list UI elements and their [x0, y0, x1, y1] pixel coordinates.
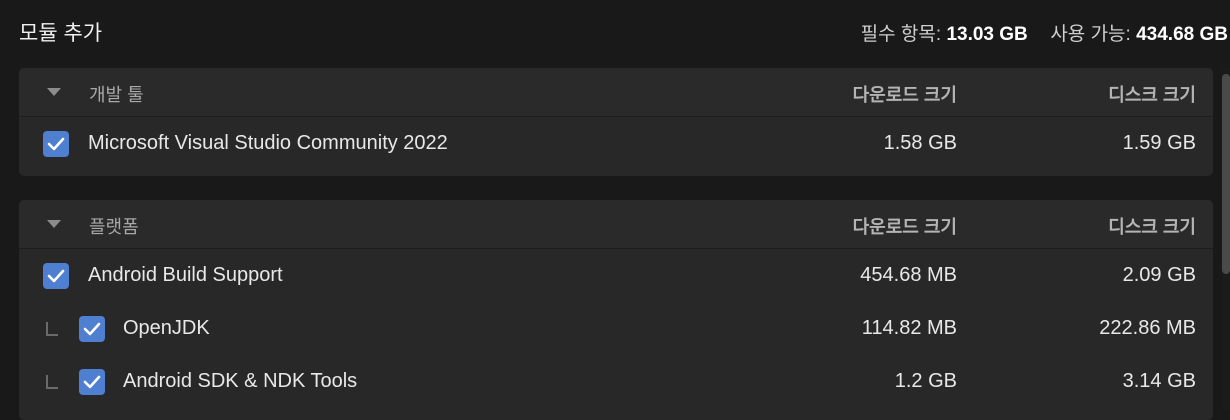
available-value: 434.68 GB	[1136, 24, 1228, 45]
section-platforms: 플랫폼 다운로드 크기 디스크 크기 Android Build Support…	[19, 200, 1213, 420]
disk-size-value: 222.86 MB	[1099, 317, 1196, 339]
module-label: OpenJDK	[123, 317, 210, 339]
module-label: Microsoft Visual Studio Community 2022	[88, 132, 448, 154]
module-checkbox[interactable]	[79, 369, 105, 395]
checkmark-icon	[83, 375, 101, 389]
download-size-value: 1.2 GB	[894, 370, 957, 392]
section-header-platforms[interactable]: 플랫폼 다운로드 크기 디스크 크기	[19, 200, 1213, 249]
collapse-caret-icon[interactable]	[47, 88, 61, 96]
page-title: 모듈 추가	[19, 22, 103, 45]
disk-size-value: 3.14 GB	[1122, 370, 1196, 392]
download-size-value: 1.58 GB	[883, 132, 957, 154]
module-checkbox[interactable]	[79, 316, 105, 342]
dialog-header: 모듈 추가 필수 항목: 13.03 GB 사용 가능: 434.68 GB	[0, 0, 1230, 64]
required-label: 필수 항목:	[860, 24, 942, 45]
module-label: Android Build Support	[88, 264, 283, 286]
scrollbar-thumb[interactable]	[1222, 74, 1230, 274]
module-checkbox[interactable]	[43, 131, 69, 157]
download-size-value: 114.82 MB	[861, 317, 957, 339]
module-row-android-sdk-ndk[interactable]: Android SDK & NDK Tools 1.2 GB 3.14 GB	[19, 355, 1213, 408]
checkmark-icon	[47, 269, 65, 283]
module-label: Android SDK & NDK Tools	[123, 370, 358, 392]
collapse-caret-icon[interactable]	[47, 220, 61, 228]
column-header-download-size: 다운로드 크기	[852, 85, 957, 105]
available-label: 사용 가능:	[1050, 24, 1131, 45]
tree-branch-icon	[46, 375, 58, 389]
storage-summary: 필수 항목: 13.03 GB 사용 가능: 434.68 GB	[861, 19, 1228, 46]
column-header-disk-size: 디스크 크기	[1108, 85, 1196, 105]
module-checkbox[interactable]	[43, 263, 69, 289]
checkmark-icon	[83, 322, 101, 336]
checkmark-icon	[47, 137, 65, 151]
module-row-visual-studio[interactable]: Microsoft Visual Studio Community 2022 1…	[19, 117, 1213, 170]
tree-branch-icon	[46, 322, 58, 336]
module-row-openjdk[interactable]: OpenJDK 114.82 MB 222.86 MB	[19, 302, 1213, 355]
column-header-download-size: 다운로드 크기	[852, 217, 957, 237]
section-dev-tools: 개발 툴 다운로드 크기 디스크 크기 Microsoft Visual Stu…	[19, 68, 1213, 176]
required-value: 13.03 GB	[946, 24, 1028, 45]
module-row-android-build-support[interactable]: Android Build Support 454.68 MB 2.09 GB	[19, 249, 1213, 302]
column-header-disk-size: 디스크 크기	[1108, 217, 1196, 237]
disk-size-value: 2.09 GB	[1122, 264, 1196, 286]
section-title: 플랫폼	[89, 217, 139, 237]
section-title: 개발 툴	[89, 85, 144, 105]
download-size-value: 454.68 MB	[860, 264, 957, 286]
section-header-dev-tools[interactable]: 개발 툴 다운로드 크기 디스크 크기	[19, 68, 1213, 117]
disk-size-value: 1.59 GB	[1122, 132, 1196, 154]
